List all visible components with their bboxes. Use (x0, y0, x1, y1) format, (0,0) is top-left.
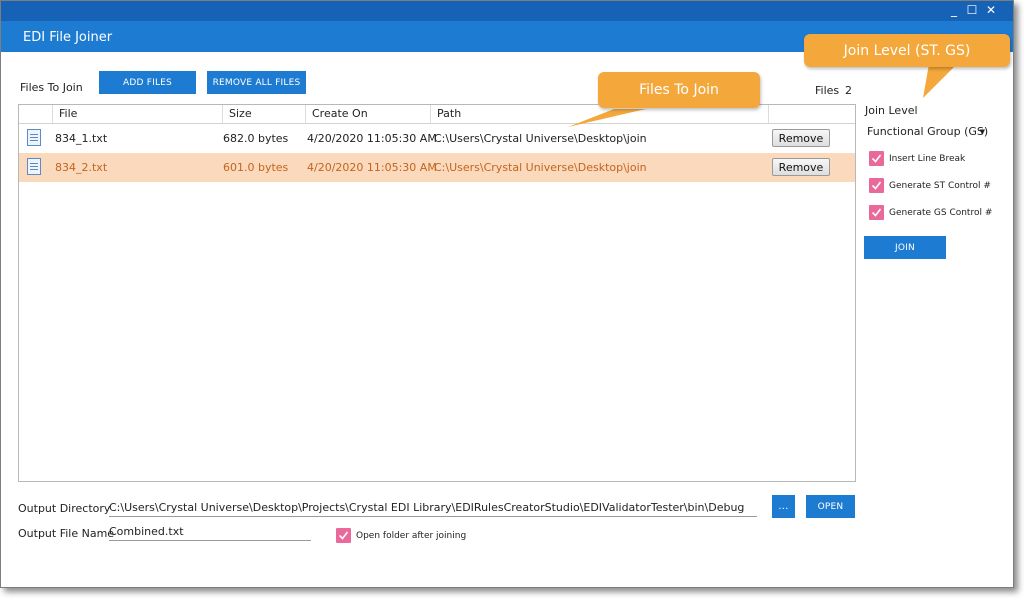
app-title: EDI File Joiner (23, 30, 113, 45)
maximize-icon[interactable]: ☐ (964, 3, 980, 17)
open-folder-label: Open folder after joining (356, 531, 467, 541)
text-file-icon (27, 129, 41, 146)
file-size-cell: 682.0 bytes (223, 132, 289, 145)
join-level-select[interactable]: Functional Group (GS) ▼ (865, 123, 989, 141)
text-file-icon (27, 158, 41, 175)
join-level-callout: Join Level (ST. GS) (804, 34, 1010, 67)
minimize-icon[interactable]: _ (946, 3, 962, 17)
column-header-size[interactable]: Size (222, 105, 305, 123)
generate-gs-label: Generate GS Control # (889, 208, 993, 218)
created-cell: 4/20/2020 11:05:30 AM (307, 161, 437, 174)
close-icon[interactable]: ✕ (983, 3, 999, 17)
column-header-file[interactable]: File (52, 105, 222, 123)
generate-gs-checkbox[interactable] (869, 205, 884, 220)
file-name-cell: 834_2.txt (55, 161, 108, 174)
remove-button[interactable]: Remove (772, 158, 830, 176)
insert-line-break-label: Insert Line Break (889, 154, 966, 164)
join-button[interactable]: JOIN (864, 236, 946, 259)
output-file-name-label: Output File Name (18, 527, 115, 540)
output-directory-label: Output Directory (18, 502, 111, 515)
check-icon (871, 181, 882, 190)
path-cell: C:\Users\Crystal Universe\Desktop\join (434, 161, 647, 174)
file-size-cell: 601.0 bytes (223, 161, 289, 174)
generate-st-checkbox[interactable] (869, 178, 884, 193)
files-to-join-label: Files To Join (20, 81, 83, 94)
insert-line-break-checkbox[interactable] (869, 151, 884, 166)
check-icon (871, 208, 882, 217)
file-name-cell: 834_1.txt (55, 132, 108, 145)
files-grid: File Size Create On Path 834_1.txt 682.0… (18, 104, 856, 482)
open-button[interactable]: OPEN (806, 495, 855, 518)
join-level-label: Join Level (865, 104, 918, 117)
output-file-name-input[interactable]: Combined.txt (109, 524, 311, 541)
browse-button[interactable]: ... (772, 495, 795, 518)
join-level-value: Functional Group (GS) (867, 125, 989, 138)
created-cell: 4/20/2020 11:05:30 AM (307, 132, 437, 145)
chevron-down-icon: ▼ (979, 128, 985, 136)
app-window: _ ☐ ✕ EDI File Joiner Files To Join ADD … (0, 0, 1014, 588)
check-icon (338, 531, 349, 540)
remove-button[interactable]: Remove (772, 129, 830, 147)
output-directory-input[interactable]: C:\Users\Crystal Universe\Desktop\Projec… (109, 500, 757, 517)
check-icon (871, 154, 882, 163)
files-count: 2 (845, 84, 852, 97)
title-bar: _ ☐ ✕ (1, 1, 1013, 21)
column-header-create-on[interactable]: Create On (305, 105, 430, 123)
files-to-join-callout: Files To Join (598, 72, 760, 108)
files-count-label: Files (815, 84, 840, 97)
generate-st-label: Generate ST Control # (889, 181, 991, 191)
column-header-action (768, 105, 855, 123)
open-folder-checkbox[interactable] (336, 528, 351, 543)
add-files-button[interactable]: ADD FILES (99, 71, 196, 94)
table-row-selected[interactable]: 834_2.txt 601.0 bytes 4/20/2020 11:05:30… (19, 153, 855, 182)
remove-all-files-button[interactable]: REMOVE ALL FILES (207, 71, 306, 94)
